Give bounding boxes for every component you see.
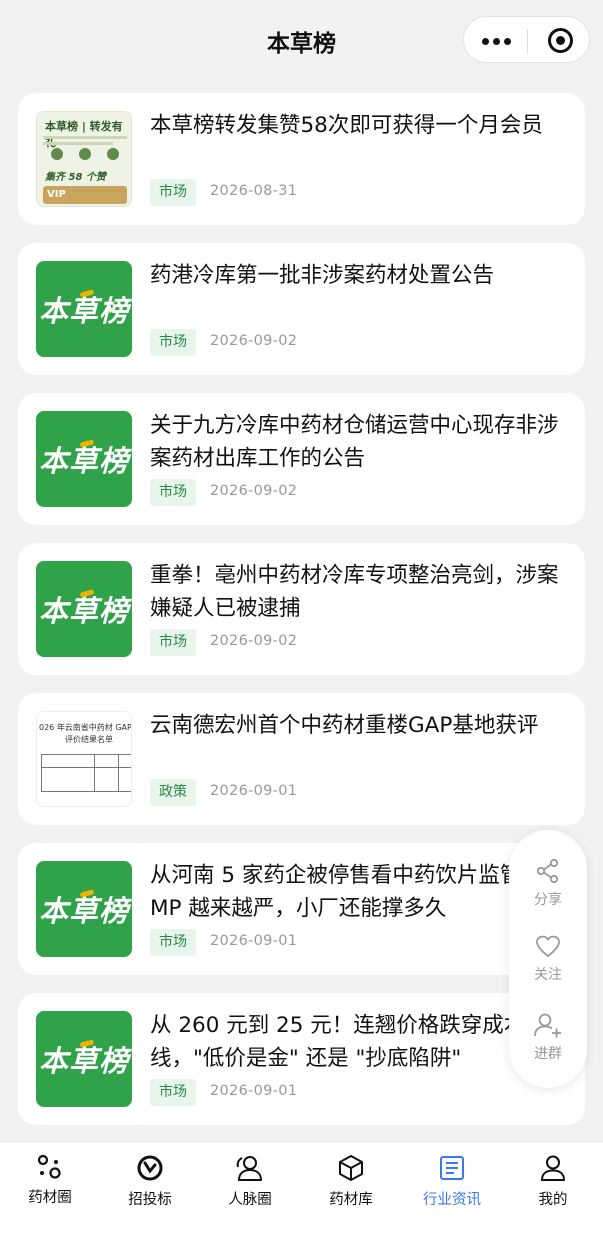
article-title[interactable]: 关于九方冷库中药材仓储运营中心现存非涉案药材出库工作的公告 [150,409,570,475]
category-tag: 市场 [150,329,196,356]
article-thumbnail: 026 年云南省中药材 GAP 基地 评价结果名单 [36,711,132,807]
profile-icon [540,1155,566,1181]
article-title[interactable]: 从河南 5 家药企被停售看中药饮片监管：GMP 越来越严，小厂还能撑多久 [150,859,570,925]
article-card[interactable]: 本草榜 关于九方冷库中药材仓储运营中心现存非涉案药材出库工作的公告 市场 202… [18,393,585,525]
article-thumbnail: 本草榜 [36,1011,132,1107]
tab-contacts[interactable]: 人脉圈 [200,1154,300,1209]
publish-date: 2026-08-31 [210,183,298,199]
box-icon [339,1155,363,1181]
tab-label: 我的 [538,1192,568,1208]
share-button[interactable]: 分享 [509,858,587,909]
tab-label: 行业资讯 [423,1192,481,1208]
thumb-doc-title: 026 年云南省中药材 GAP 基地 [39,723,132,732]
article-title[interactable]: 药港冷库第一批非涉案药材处置公告 [150,259,570,292]
more-dots-icon[interactable] [482,38,512,46]
join-group-label: 进群 [534,1046,562,1062]
publish-date: 2026-09-02 [210,483,298,499]
tab-label: 人脉圈 [228,1192,272,1208]
circle-dots-icon [37,1154,61,1179]
article-thumbnail: 本草榜 | 转发有礼 集齐 58 个赞 VIP [36,111,132,207]
brand-logo: 本草榜 [39,588,129,630]
thumb-icon [107,148,119,160]
thumb-brand-text: 本草榜 | 转发有礼 [45,120,123,149]
brand-logo: 本草榜 [39,1038,129,1080]
capsule-divider [527,29,528,53]
brand-logo: 本草榜 [39,888,129,930]
news-icon [440,1156,464,1180]
bid-icon [137,1155,163,1181]
category-tag: 市场 [150,479,196,506]
tab-profile[interactable]: 我的 [503,1154,603,1209]
tab-label: 招投标 [128,1192,172,1208]
add-user-icon [534,1013,561,1038]
publish-date: 2026-09-01 [210,783,298,799]
article-card[interactable]: 本草榜 从 260 元到 25 元！连翘价格跌穿成本线，"低价是金" 还是 "抄… [18,993,585,1125]
nav-bar: 本草榜 [0,0,603,78]
article-thumbnail: 本草榜 [36,261,132,357]
share-label: 分享 [534,892,562,908]
tab-label: 药材圈 [28,1190,72,1206]
join-group-button[interactable]: 进群 [509,1012,587,1063]
publish-date: 2026-09-01 [210,933,298,949]
menu-capsule [463,16,590,63]
article-title[interactable]: 重拳！亳州中药材冷库专项整治亮剑，涉案嫌疑人已被逮捕 [150,559,570,625]
article-card[interactable]: 026 年云南省中药材 GAP 基地 评价结果名单 云南德宏州首个中药材重楼GA… [18,693,585,825]
article-thumbnail: 本草榜 [36,861,132,957]
tab-industry-news[interactable]: 行业资讯 [402,1154,502,1209]
thumb-line [43,142,113,145]
article-thumbnail: 本草榜 [36,561,132,657]
thumb-doc-table [41,754,131,792]
brand-logo: 本草榜 [39,288,129,330]
tab-herb-library[interactable]: 药材库 [301,1154,401,1209]
article-thumbnail: 本草榜 [36,411,132,507]
follow-label: 关注 [534,967,562,983]
category-tag: 市场 [150,179,196,206]
contacts-icon [236,1156,263,1181]
follow-button[interactable]: 关注 [509,935,587,984]
article-title[interactable]: 本草榜转发集赞58次即可获得一个月会员 [150,109,570,142]
article-card[interactable]: 本草榜 重拳！亳州中药材冷库专项整治亮剑，涉案嫌疑人已被逮捕 市场 2026-0… [18,543,585,675]
article-card[interactable]: 本草榜 | 转发有礼 集齐 58 个赞 VIP 本草榜转发集赞58次即可获得一个… [18,93,585,225]
category-tag: 市场 [150,929,196,956]
tab-bidding[interactable]: 招投标 [100,1154,200,1209]
article-card[interactable]: 本草榜 从河南 5 家药企被停售看中药饮片监管：GMP 越来越严，小厂还能撑多久… [18,843,585,975]
article-title[interactable]: 云南德宏州首个中药材重楼GAP基地获评 [150,709,570,742]
category-tag: 政策 [150,779,196,806]
heart-icon [536,935,560,958]
publish-date: 2026-09-01 [210,1083,298,1099]
floating-action-panel: 分享 关注 进群 [509,830,587,1088]
thumb-doc-subtitle: 评价结果名单 [65,735,113,744]
article-card[interactable]: 本草榜 药港冷库第一批非涉案药材处置公告 市场 2026-09-02 [18,243,585,375]
tab-label: 药材库 [329,1192,373,1208]
target-close-icon[interactable] [548,28,573,53]
article-title[interactable]: 从 260 元到 25 元！连翘价格跌穿成本线，"低价是金" 还是 "抄底陷阱" [150,1009,570,1075]
thumb-count-text: 集齐 58 个赞 [45,172,106,183]
share-icon [536,858,559,884]
thumb-icon [51,148,63,160]
publish-date: 2026-09-02 [210,633,298,649]
category-tag: 市场 [150,629,196,656]
category-tag: 市场 [150,1079,196,1106]
thumb-vip-badge: VIP [43,186,127,204]
bottom-tab-bar: 药材圈 招投标 人脉圈 药材库 行业资讯 我的 [0,1141,603,1233]
publish-date: 2026-09-02 [210,333,298,349]
thumb-icon [79,148,91,160]
tab-herb-circle[interactable]: 药材圈 [0,1154,100,1207]
brand-logo: 本草榜 [39,438,129,480]
thumb-line [43,136,127,139]
